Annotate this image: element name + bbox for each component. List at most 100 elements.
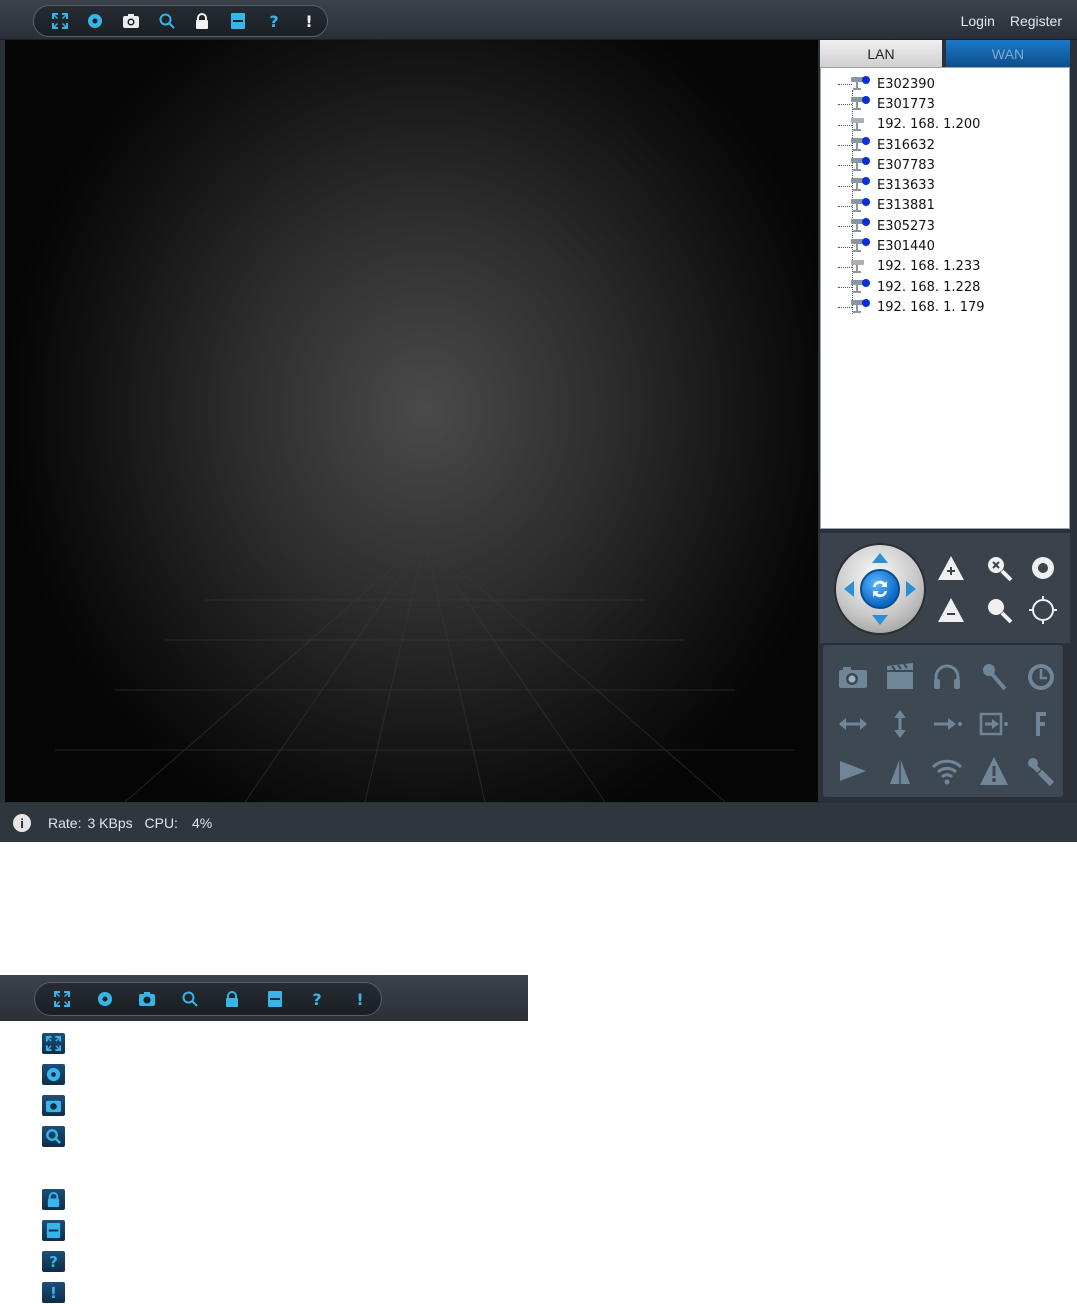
toolbar-pill: ? ! <box>33 5 328 37</box>
help-icon[interactable]: ? <box>256 6 292 36</box>
device-label: 192. 168. 1.200 <box>877 117 981 133</box>
rate-label: Rate: <box>48 815 82 831</box>
save-icon[interactable] <box>220 6 256 36</box>
focus-out-icon[interactable] <box>934 593 968 627</box>
device-list-item[interactable]: E307783 <box>835 155 985 175</box>
device-list-item[interactable]: 192. 168. 1. 179 <box>835 297 985 317</box>
ptz-down-icon <box>872 615 888 625</box>
alarm-icon[interactable] <box>970 747 1017 794</box>
register-link[interactable]: Register <box>1010 13 1062 29</box>
device-list-item[interactable]: E305273 <box>835 216 985 236</box>
camera-online-icon <box>851 299 870 314</box>
snapshot-icon <box>42 1095 65 1116</box>
device-label: E305273 <box>877 218 935 234</box>
svg-text:!: ! <box>306 12 313 30</box>
device-list-item[interactable]: E301440 <box>835 236 985 256</box>
cpu-value: 4% <box>191 815 213 831</box>
device-label: E313881 <box>877 198 935 214</box>
headphones-icon[interactable] <box>923 653 970 700</box>
ptz-right-icon <box>906 581 916 597</box>
toolbar-pill-legend: ? ! <box>34 982 382 1016</box>
device-label: E301773 <box>877 96 935 112</box>
iris-close-icon[interactable] <box>1026 593 1060 627</box>
device-label: 192. 168. 1.228 <box>877 279 981 295</box>
device-label: E316632 <box>877 137 935 153</box>
account-links: Login Register <box>961 13 1062 29</box>
microphone-icon[interactable] <box>970 653 1017 700</box>
settings-icon[interactable] <box>78 6 114 36</box>
zoom-in-icon[interactable] <box>982 551 1016 585</box>
ptz-direction-pad[interactable] <box>836 545 924 633</box>
tools-icon[interactable] <box>1017 747 1064 794</box>
preset-set-icon[interactable] <box>970 700 1017 747</box>
device-list-panel: E302390 E301773 192. 168. 1.200 E316632 E307… <box>820 67 1070 529</box>
tab-lan[interactable]: LAN <box>820 40 942 67</box>
cpu-label: CPU: <box>144 815 178 831</box>
save-icon <box>42 1220 65 1241</box>
preset-go-icon[interactable] <box>923 700 970 747</box>
about-icon[interactable]: ! <box>291 6 327 36</box>
lock-icon[interactable] <box>185 6 221 36</box>
top-toolbar: ? ! Login Register <box>0 0 1077 40</box>
video-viewport[interactable] <box>5 40 818 802</box>
camera-online-icon <box>851 157 870 172</box>
device-list-item[interactable]: 192. 168. 1.228 <box>835 277 985 297</box>
iris-open-icon[interactable] <box>1026 551 1060 585</box>
mirror-vertical-icon[interactable] <box>876 747 923 794</box>
timer-icon[interactable] <box>1017 653 1064 700</box>
flip-icon[interactable] <box>1017 700 1064 747</box>
fullscreen-icon[interactable] <box>42 6 78 36</box>
record-icon[interactable] <box>876 653 923 700</box>
focus-in-icon[interactable] <box>934 551 968 585</box>
app-window: ? ! Login Register LAN WAN E302390 E30177… <box>0 0 1077 842</box>
zoom-out-icon[interactable] <box>982 593 1016 627</box>
device-list-item[interactable]: E316632 <box>835 135 985 155</box>
device-list-item[interactable]: E301773 <box>835 94 985 114</box>
camera-online-icon <box>851 218 870 233</box>
device-list-item[interactable]: E313633 <box>835 175 985 195</box>
info-icon[interactable]: i <box>13 814 31 832</box>
svg-text:?: ? <box>269 12 278 30</box>
camera-online-icon <box>851 278 870 293</box>
svg-text:?: ? <box>49 1253 58 1270</box>
settings-icon <box>84 984 127 1014</box>
wifi-icon[interactable] <box>923 747 970 794</box>
floor-grid <box>55 539 795 802</box>
mirror-icon[interactable] <box>829 747 876 794</box>
device-list-item[interactable]: 192. 168. 1.233 <box>835 257 985 277</box>
save-icon <box>254 984 297 1014</box>
device-label: E302390 <box>877 76 935 92</box>
camera-online-icon <box>851 136 870 151</box>
search-icon[interactable] <box>149 6 185 36</box>
camera-online-icon <box>851 76 870 90</box>
help-icon: ? <box>296 984 339 1014</box>
device-list-item[interactable]: E302390 <box>835 74 985 94</box>
ptz-control-panel <box>820 533 1070 643</box>
login-link[interactable]: Login <box>961 13 995 29</box>
tab-wan[interactable]: WAN <box>946 40 1070 67</box>
lock-icon <box>42 1189 65 1210</box>
camera-online-icon <box>851 238 870 253</box>
fullscreen-icon <box>42 1033 65 1054</box>
ptz-left-icon <box>844 581 854 597</box>
refresh-icon <box>873 580 887 598</box>
help-icon: ? <box>42 1251 65 1272</box>
fullscreen-icon <box>41 984 84 1014</box>
camera-online-icon <box>851 96 870 111</box>
snapshot-icon[interactable] <box>113 6 149 36</box>
search-icon <box>42 1126 65 1147</box>
settings-icon <box>42 1064 65 1085</box>
toolbar-legend-strip: ? ! <box>0 975 528 1021</box>
camera-icon[interactable] <box>829 653 876 700</box>
device-list-item[interactable]: E313881 <box>835 196 985 216</box>
svg-text:?: ? <box>313 990 322 1008</box>
device-list-item[interactable]: 192. 168. 1.200 <box>835 115 985 135</box>
ptz-center-button[interactable] <box>860 569 900 609</box>
horizontal-scan-icon[interactable] <box>829 700 876 747</box>
device-label: 192. 168. 1.233 <box>877 259 981 275</box>
device-tree: E302390 E301773 192. 168. 1.200 E316632 E307… <box>835 74 985 318</box>
network-tabs: LAN WAN <box>820 40 1070 67</box>
vertical-scan-icon[interactable] <box>876 700 923 747</box>
device-label: 192. 168. 1. 179 <box>877 299 985 315</box>
camera-offline-icon <box>851 259 864 273</box>
